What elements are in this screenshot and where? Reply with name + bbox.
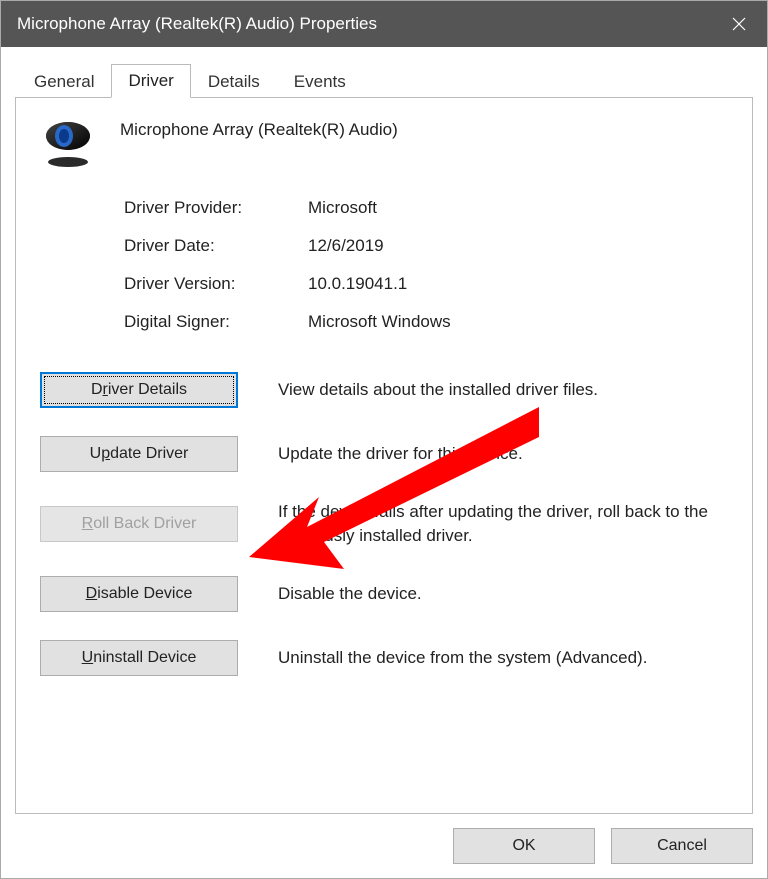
titlebar: Microphone Array (Realtek(R) Audio) Prop… xyxy=(1,1,767,47)
driver-provider-value: Microsoft xyxy=(308,198,728,218)
close-icon xyxy=(732,17,746,31)
driver-actions: Driver Details View details about the in… xyxy=(40,372,728,676)
driver-info-grid: Driver Provider: Microsoft Driver Date: … xyxy=(124,198,728,332)
tab-general[interactable]: General xyxy=(17,65,111,98)
digital-signer-label: Digital Signer: xyxy=(124,312,308,332)
tab-events[interactable]: Events xyxy=(277,65,363,98)
tab-panel-driver: Microphone Array (Realtek(R) Audio) Driv… xyxy=(15,97,753,814)
close-button[interactable] xyxy=(711,1,767,47)
cancel-button[interactable]: Cancel xyxy=(611,828,753,864)
roll-back-driver-desc: If the device fails after updating the d… xyxy=(278,500,728,548)
driver-details-button[interactable]: Driver Details xyxy=(40,372,238,408)
uninstall-device-desc: Uninstall the device from the system (Ad… xyxy=(278,646,728,670)
dialog-buttons: OK Cancel xyxy=(15,814,753,864)
action-row-rollback: Roll Back Driver If the device fails aft… xyxy=(40,500,728,548)
tab-details[interactable]: Details xyxy=(191,65,277,98)
driver-version-label: Driver Version: xyxy=(124,274,308,294)
driver-version-value: 10.0.19041.1 xyxy=(308,274,728,294)
ok-button[interactable]: OK xyxy=(453,828,595,864)
roll-back-driver-button: Roll Back Driver xyxy=(40,506,238,542)
device-name: Microphone Array (Realtek(R) Audio) xyxy=(120,118,398,140)
action-row-disable: Disable Device Disable the device. xyxy=(40,576,728,612)
device-header: Microphone Array (Realtek(R) Audio) xyxy=(40,118,728,168)
driver-date-label: Driver Date: xyxy=(124,236,308,256)
properties-window: Microphone Array (Realtek(R) Audio) Prop… xyxy=(0,0,768,879)
action-row-details: Driver Details View details about the in… xyxy=(40,372,728,408)
uninstall-device-button[interactable]: Uninstall Device xyxy=(40,640,238,676)
disable-device-button[interactable]: Disable Device xyxy=(40,576,238,612)
driver-provider-label: Driver Provider: xyxy=(124,198,308,218)
driver-details-desc: View details about the installed driver … xyxy=(278,378,728,402)
driver-date-value: 12/6/2019 xyxy=(308,236,728,256)
action-row-uninstall: Uninstall Device Uninstall the device fr… xyxy=(40,640,728,676)
client-area: General Driver Details Events xyxy=(1,47,767,878)
action-row-update: Update Driver Update the driver for this… xyxy=(40,436,728,472)
update-driver-button[interactable]: Update Driver xyxy=(40,436,238,472)
tabstrip: General Driver Details Events xyxy=(17,63,753,97)
tab-driver[interactable]: Driver xyxy=(111,64,190,98)
webcam-device-icon xyxy=(40,118,96,168)
update-driver-desc: Update the driver for this device. xyxy=(278,442,728,466)
digital-signer-value: Microsoft Windows xyxy=(308,312,728,332)
window-title: Microphone Array (Realtek(R) Audio) Prop… xyxy=(17,14,377,34)
disable-device-desc: Disable the device. xyxy=(278,582,728,606)
